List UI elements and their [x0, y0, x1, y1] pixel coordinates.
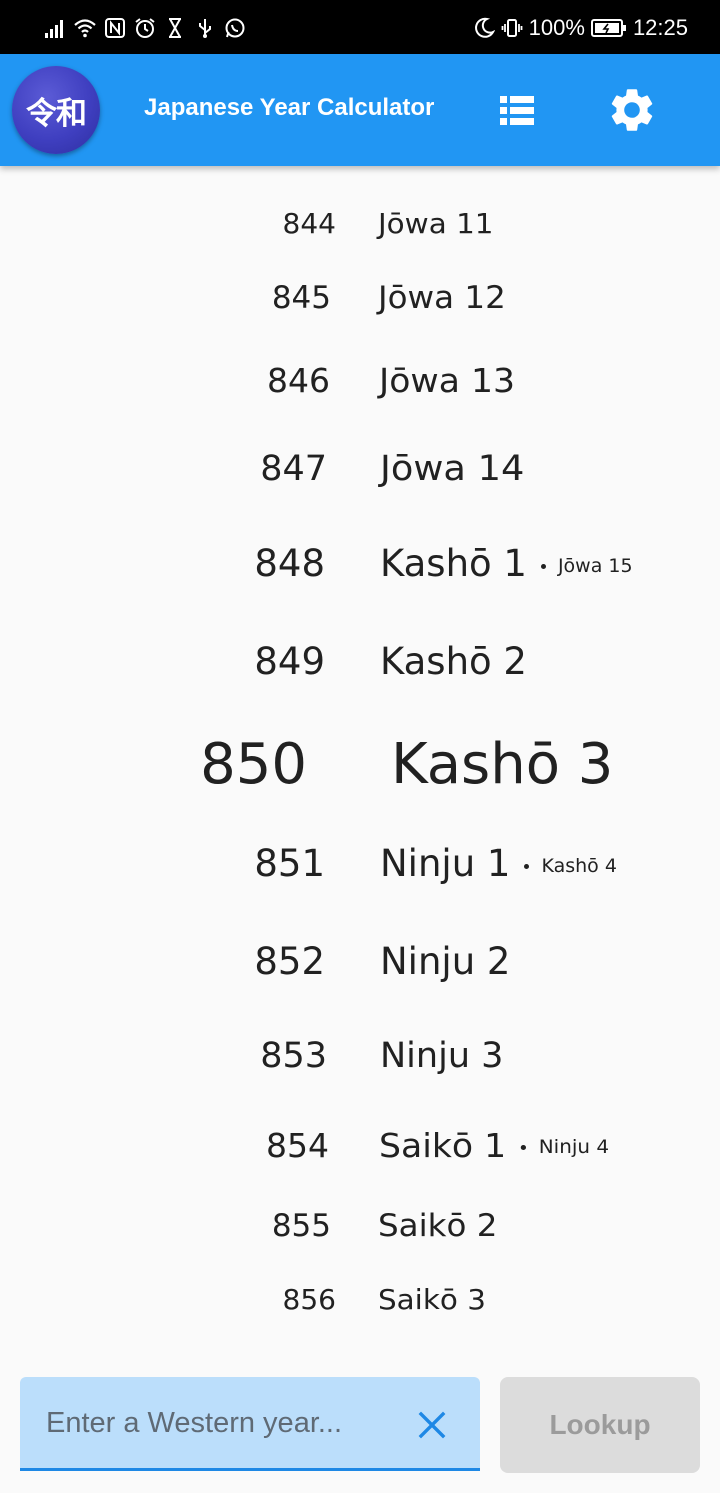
lookup-button[interactable]: Lookup [500, 1377, 700, 1473]
era-name-wrap: Saikō 3 [378, 1282, 486, 1318]
era-name-wrap: Kashō 1 Jōwa 15 [380, 540, 633, 590]
era-name-wrap: Ninju 2 [380, 938, 510, 986]
bullet-dot [520, 1144, 527, 1150]
year-row[interactable]: 847 Jōwa 14 [0, 446, 720, 492]
western-year: 848 [254, 542, 325, 585]
western-year: 853 [260, 1036, 327, 1076]
year-row[interactable]: 845 Jōwa 12 [0, 278, 720, 318]
western-year: 844 [282, 207, 336, 240]
vibrate-icon [501, 19, 523, 37]
western-year: 847 [260, 449, 327, 489]
era-name-wrap: Jōwa 11 [378, 206, 493, 242]
era-name-wrap: Saikō 2 [378, 1206, 497, 1246]
signal-icon [45, 20, 63, 38]
previous-era-text: Ninju 4 [538, 1135, 610, 1158]
hourglass-icon [169, 18, 181, 38]
list-view-icon[interactable] [492, 90, 542, 132]
year-row[interactable]: 853 Ninju 3 [0, 1033, 720, 1079]
previous-era-note: Kashō 4 [524, 854, 617, 877]
clock-time: 12:25 [632, 15, 688, 40]
do-not-disturb-moon-icon [474, 17, 495, 38]
japanese-era-year: Jōwa 14 [380, 449, 525, 489]
year-row[interactable]: 851 Ninju 1 Kashō 4 [0, 840, 720, 888]
era-name-wrap: Kashō 3 [391, 728, 613, 801]
clear-close-icon[interactable] [416, 1409, 448, 1441]
western-year: 856 [282, 1283, 336, 1316]
japanese-era-year: Saikō 2 [378, 1208, 498, 1244]
year-row-selected[interactable]: 850 Kashō 3 [0, 728, 720, 801]
western-year-input[interactable] [44, 1399, 408, 1447]
japanese-era-year: Ninju 2 [380, 940, 511, 983]
wifi-icon [74, 19, 96, 38]
year-row[interactable]: 844 Jōwa 11 [0, 206, 720, 242]
previous-era-text: Kashō 4 [541, 854, 617, 877]
nfc-icon [105, 18, 125, 38]
western-year: 849 [254, 640, 325, 683]
bullet-dot [524, 863, 530, 869]
app-bar: 令和 Japanese Year Calculator [0, 54, 720, 166]
japanese-era-year: Kashō 1 [380, 542, 527, 585]
previous-era-note: Jōwa 15 [540, 554, 633, 577]
app-logo: 令和 [12, 66, 100, 154]
japanese-era-year: Jōwa 13 [379, 360, 516, 400]
status-icons-right: 100% 12:25 [473, 14, 688, 42]
japanese-era-year: Ninju 3 [380, 1036, 504, 1076]
year-row[interactable]: 849 Kashō 2 [0, 638, 720, 686]
japanese-era-year: Jōwa 12 [378, 280, 506, 316]
previous-era-note: Ninju 4 [520, 1135, 610, 1158]
japanese-era-year: Kashō 2 [380, 640, 527, 683]
western-year: 855 [271, 1208, 331, 1244]
year-row[interactable]: 855 Saikō 2 [0, 1206, 720, 1246]
year-row[interactable]: 852 Ninju 2 [0, 938, 720, 986]
western-year: 850 [200, 731, 307, 797]
year-row[interactable]: 846 Jōwa 13 [0, 359, 720, 402]
logo-text: 令和 [26, 95, 87, 132]
previous-era-text: Jōwa 15 [557, 554, 633, 577]
western-year: 845 [271, 280, 331, 316]
era-name-wrap: Jōwa 12 [378, 278, 506, 318]
era-name-wrap: Jōwa 14 [380, 446, 524, 492]
japanese-era-year: Kashō 3 [391, 731, 614, 797]
japanese-era-year: Jōwa 11 [378, 207, 494, 240]
japanese-era-year: Saikō 3 [378, 1283, 486, 1316]
era-name-wrap: Ninju 3 [380, 1033, 503, 1079]
settings-gear-icon[interactable] [606, 84, 658, 136]
western-year-field[interactable] [20, 1377, 480, 1471]
western-year: 851 [254, 842, 325, 885]
whatsapp-icon [225, 18, 245, 38]
western-year: 854 [266, 1125, 329, 1165]
alarm-icon [135, 18, 155, 38]
era-name-wrap: Kashō 2 [380, 638, 527, 686]
bullet-dot [540, 563, 546, 569]
era-name-wrap: Jōwa 13 [379, 359, 515, 402]
battery-percent: 100% [528, 15, 585, 40]
era-name-wrap: Ninju 1 Kashō 4 [380, 840, 617, 890]
japanese-era-year: Ninju 1 [380, 842, 511, 885]
western-year: 846 [267, 360, 330, 400]
japanese-era-year: Saikō 1 [379, 1125, 507, 1165]
battery-icon [590, 19, 626, 37]
era-name-wrap: Saikō 1 Ninju 4 [379, 1124, 609, 1169]
year-row[interactable]: 854 Saikō 1 Ninju 4 [0, 1124, 720, 1167]
page-title: Japanese Year Calculator [144, 94, 435, 121]
western-year: 852 [254, 940, 325, 983]
status-bar: 100% 12:25 [0, 0, 720, 54]
year-row[interactable]: 848 Kashō 1 Jōwa 15 [0, 540, 720, 588]
status-icons-left [44, 14, 246, 42]
year-row[interactable]: 856 Saikō 3 [0, 1282, 720, 1318]
usb-icon [199, 19, 211, 38]
